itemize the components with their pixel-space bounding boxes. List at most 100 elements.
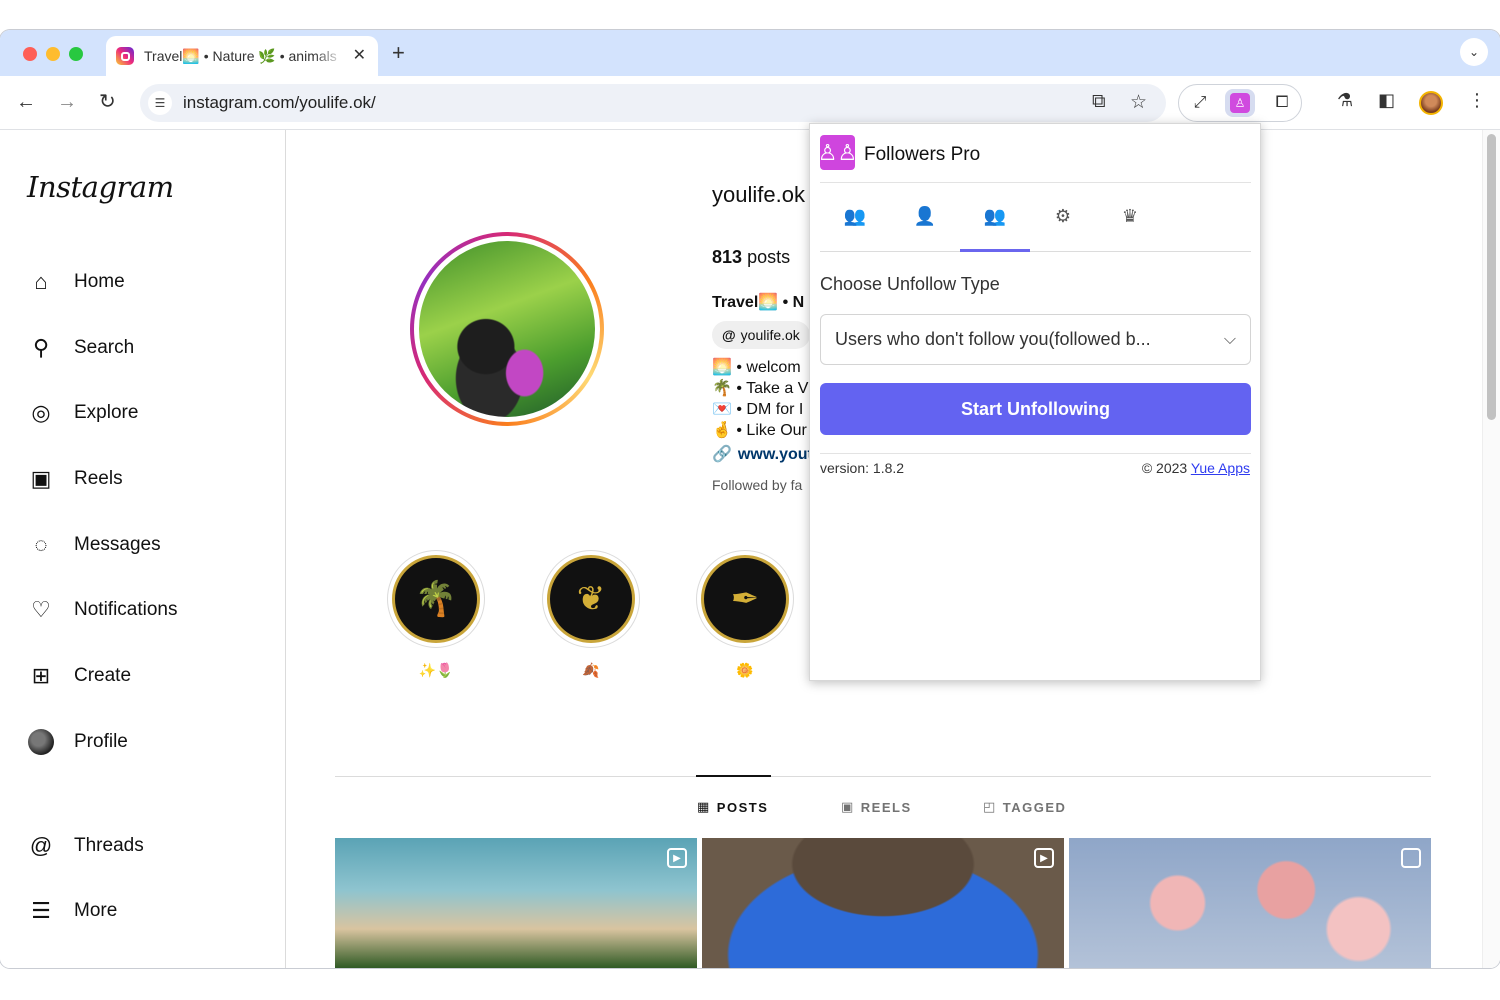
bookmark-star-icon[interactable]: ☆ <box>1130 91 1147 114</box>
feather-icon: ✒ <box>701 555 789 643</box>
highlight-label: ✨🌷 <box>418 662 454 678</box>
nav-label: Create <box>74 665 132 686</box>
install-app-icon[interactable]: ⧉ <box>1092 91 1106 113</box>
posts-label: posts <box>747 247 791 267</box>
bio-link-text: www.yout <box>737 446 813 463</box>
nav-item-reels[interactable]: ▣ Reels <box>27 464 123 494</box>
gear-icon[interactable]: ⚙ <box>1043 206 1083 227</box>
crown-icon[interactable]: ♛ <box>1110 206 1150 227</box>
close-window-button[interactable] <box>23 47 37 61</box>
post-tile[interactable] <box>1069 838 1431 968</box>
nav-label: More <box>74 900 118 921</box>
story-highlight[interactable]: 🌴 <box>387 550 485 648</box>
close-tab-icon[interactable]: ✕ <box>353 47 366 65</box>
unfollow-type-select[interactable]: Users who don't follow you(followed b...… <box>820 314 1251 365</box>
site-settings-icon[interactable]: ☰ <box>148 91 172 115</box>
maximize-window-button[interactable] <box>69 47 83 61</box>
story-highlight[interactable]: ✒ <box>696 550 794 648</box>
threads-icon: @ <box>29 833 53 858</box>
grid-icon: ▦ <box>697 799 711 814</box>
side-panel-icon[interactable]: ◧ <box>1378 90 1395 111</box>
nav-item-more[interactable]: ☰ More <box>27 896 117 926</box>
extensions-group: ⤢ ♙ ⧠ <box>1178 84 1302 122</box>
bio-name: Travel🌅 • N <box>712 294 805 311</box>
unfollow-type-value: Users who don't follow you(followed b... <box>835 329 1151 349</box>
bio-link[interactable]: 🔗 www.yout <box>712 444 813 464</box>
copyright: © 2023 Yue Apps <box>1142 460 1250 476</box>
explore-icon: ◎ <box>31 400 51 425</box>
nav-label: Profile <box>74 731 128 752</box>
plus-square-icon: ⊞ <box>31 663 51 688</box>
followed-by-text[interactable]: Followed by fa <box>712 477 802 493</box>
tab-strip: Travel🌅 • Nature 🌿 • animals ✕ + ⌄ <box>0 30 1500 76</box>
instagram-sidebar: Instagram ⌂ Home ⚲ Search ◎ Explore ▣ Re… <box>0 130 286 968</box>
browser-menu-icon[interactable]: ⋮ <box>1468 90 1486 111</box>
highlight-label: 🍂 <box>582 662 600 678</box>
minimize-window-button[interactable] <box>46 47 60 61</box>
nav-label: Search <box>74 337 135 358</box>
bio-line: 🌴 • Take a V <box>712 380 809 397</box>
forward-arrow-icon[interactable]: → <box>57 90 77 114</box>
tagged-icon: ◰ <box>983 799 997 814</box>
extensions-puzzle-icon[interactable]: ⧠ <box>1267 89 1297 117</box>
reel-badge-icon: ▶ <box>667 848 687 868</box>
nav-item-notifications[interactable]: ♡ Notifications <box>27 595 177 625</box>
bio-line: 🤞 • Like Our <box>712 422 807 439</box>
tab-search-chevron-icon[interactable]: ⌄ <box>1460 38 1488 66</box>
nav-item-messages[interactable]: ◌ Messages <box>27 530 161 560</box>
start-unfollowing-button[interactable]: Start Unfollowing <box>820 383 1251 435</box>
threads-badge[interactable]: @ youlife.ok <box>712 321 810 349</box>
followers-pro-icon: ♙ <box>1230 93 1250 113</box>
popup-title: Followers Pro <box>864 144 981 165</box>
posts-count: 813 posts <box>712 247 790 268</box>
instagram-logo[interactable]: Instagram <box>27 170 174 204</box>
heart-icon: ♡ <box>31 597 51 622</box>
tab-posts[interactable]: ▦ POSTS <box>697 799 768 815</box>
reel-badge-icon: ▶ <box>1034 848 1054 868</box>
company-link[interactable]: Yue Apps <box>1191 460 1250 476</box>
story-highlight[interactable]: ❦ <box>542 550 640 648</box>
followers-pro-extension-button[interactable]: ♙ <box>1225 89 1255 117</box>
url-text[interactable]: instagram.com/youlife.ok/ <box>183 93 376 113</box>
home-icon: ⌂ <box>34 269 48 294</box>
nav-label: Messages <box>74 534 161 555</box>
browser-tab[interactable]: Travel🌅 • Nature 🌿 • animals ✕ <box>106 36 378 76</box>
bio-line: 💌 • DM for I <box>712 401 804 418</box>
profile-picture[interactable] <box>410 232 604 426</box>
new-tab-button[interactable]: + <box>392 40 405 66</box>
browser-profile-avatar[interactable] <box>1419 91 1443 115</box>
profile-username: youlife.ok <box>712 182 805 207</box>
nav-item-search[interactable]: ⚲ Search <box>27 333 134 363</box>
nav-item-create[interactable]: ⊞ Create <box>27 661 131 691</box>
browser-toolbar: ← → ↻ ☰ instagram.com/youlife.ok/ ⧉ ☆ ⤢ … <box>0 76 1500 130</box>
nav-item-profile[interactable]: Profile <box>27 727 128 757</box>
tab-tagged[interactable]: ◰ TAGGED <box>983 799 1066 815</box>
unfollow-users-icon[interactable]: 👥 <box>975 206 1015 227</box>
page-scrollbar[interactable] <box>1487 134 1496 420</box>
popup-tabs-divider <box>820 251 1251 252</box>
page-scrollbar-track <box>1482 130 1500 968</box>
users-icon[interactable]: 👤 <box>905 206 945 227</box>
nav-label: Home <box>74 271 125 292</box>
expand-icon[interactable]: ⤢ <box>1185 89 1215 117</box>
nav-item-home[interactable]: ⌂ Home <box>27 267 125 297</box>
instagram-page: Instagram ⌂ Home ⚲ Search ◎ Explore ▣ Re… <box>0 130 1500 968</box>
copyright-text: © 2023 <box>1141 460 1188 476</box>
carousel-badge-icon <box>1401 848 1421 868</box>
address-bar[interactable]: ☰ instagram.com/youlife.ok/ ⧉ ☆ <box>140 84 1166 122</box>
instagram-favicon-icon <box>116 47 134 65</box>
browser-window: Travel🌅 • Nature 🌿 • animals ✕ + ⌄ ← → ↻… <box>0 30 1500 968</box>
post-tile[interactable]: ▶ <box>702 838 1064 968</box>
reload-icon[interactable]: ↻ <box>99 90 116 114</box>
post-tile[interactable]: ▶ <box>335 838 697 968</box>
group-icon[interactable]: 👥 <box>835 206 875 227</box>
tab-reels[interactable]: ▣ REELS <box>841 799 912 815</box>
nav-item-explore[interactable]: ◎ Explore <box>27 398 138 428</box>
nav-item-threads[interactable]: @ Threads <box>27 831 144 861</box>
version-text: version: 1.8.2 <box>820 460 905 476</box>
tab-label: POSTS <box>716 799 769 815</box>
labs-flask-icon[interactable]: ⚗ <box>1337 90 1353 111</box>
tab-label: REELS <box>860 799 912 815</box>
back-arrow-icon[interactable]: ← <box>16 90 36 114</box>
unfollow-type-label: Choose Unfollow Type <box>820 274 1000 294</box>
